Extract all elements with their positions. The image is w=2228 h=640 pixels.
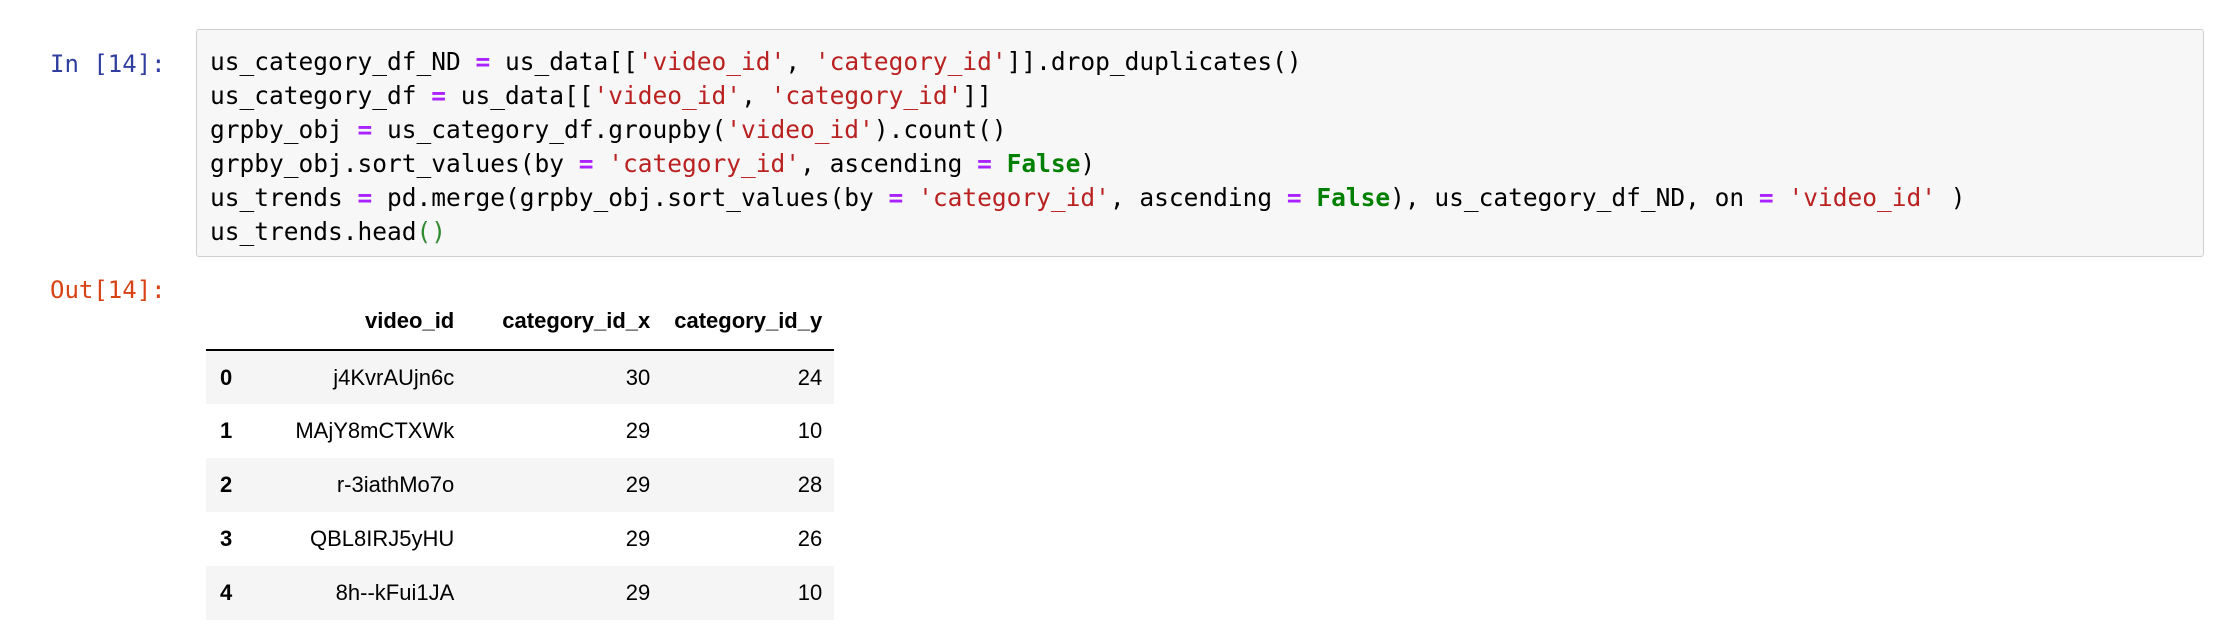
table-row: 1 MAjY8mCTXWk 29 10 (206, 404, 834, 458)
code-token: False (1316, 183, 1391, 212)
code-token: False (1006, 149, 1081, 178)
code-token: = (475, 47, 491, 76)
code-token: us_trends (210, 183, 358, 212)
cell-category-id-y: 10 (797, 418, 823, 443)
code-line: us_trends = pd.merge(grpby_obj.sort_valu… (210, 181, 1965, 215)
cell-category-id-x: 30 (625, 364, 651, 390)
cell-video-id: MAjY8mCTXWk (295, 418, 455, 443)
code-token: 'video_id' (726, 115, 874, 144)
code-token: ).count() (873, 115, 1007, 144)
code-token: , ascending (800, 149, 978, 178)
code-token: = (888, 183, 904, 212)
table-row: 0 j4KvrAUjn6c 30 24 (206, 350, 835, 404)
code-token: = (1758, 183, 1774, 212)
code-token: () (416, 217, 447, 246)
cell-video-id: QBL8IRJ5yHU (309, 526, 455, 551)
cell-category-id-x: 29 (625, 580, 651, 605)
input-prompt: In [14]: (50, 50, 166, 78)
table-row: 2 r-3iathMo7o 29 28 (206, 458, 835, 512)
row-index: 1 (220, 418, 233, 443)
column-header-category-id-x: category_id_x (466, 292, 663, 351)
cell-category-id-y: 24 (797, 364, 823, 390)
code-token: us_category_df_ND (210, 47, 476, 76)
cell-video-id: 8h--kFui1JA (335, 580, 455, 605)
cell-category-id-x: 29 (625, 526, 651, 551)
code-editor[interactable]: us_category_df_ND = us_data[['video_id',… (196, 29, 2204, 257)
row-index: 3 (220, 526, 233, 551)
cell-video-id: r-3iathMo7o (336, 472, 455, 497)
code-token: grpby_obj (210, 115, 358, 144)
code-token: ]].drop_duplicates() (1006, 47, 1302, 76)
cell-category-id-x: 29 (625, 418, 651, 443)
code-token: us_category_df.groupby( (372, 115, 727, 144)
cell-category-id-y: 10 (797, 580, 823, 605)
code-token: = (357, 183, 373, 212)
table-row: 4 8h--kFui1JA 29 10 (206, 566, 835, 620)
code-token: = (357, 115, 373, 144)
code-token: us_data[[ (490, 47, 638, 76)
code-line: us_category_df = us_data[['video_id', 'c… (210, 79, 1965, 113)
code-line: us_trends.head() (210, 215, 1965, 249)
code-token: us_category_df (210, 81, 432, 110)
column-header-video-id: video_id (256, 292, 467, 351)
output-prompt: Out[14]: (50, 276, 166, 304)
code-line: us_category_df_ND = us_data[['video_id',… (210, 45, 1965, 79)
table-header-row: video_id category_id_x category_id_y (206, 292, 835, 351)
table-row: 3 QBL8IRJ5yHU 29 26 (206, 512, 834, 566)
cell-category-id-y: 26 (797, 526, 823, 551)
code-token: = (578, 149, 594, 178)
code-token: 'video_id' (637, 47, 786, 76)
cell-category-id-x: 29 (625, 472, 651, 497)
code-token: grpby_obj.sort_values(by (210, 149, 579, 178)
row-index: 2 (220, 472, 233, 497)
code-token: ]] (962, 81, 992, 110)
code-token: us_trends.head (210, 217, 417, 246)
code-token: ), us_category_df_ND, on (1390, 183, 1759, 212)
code-token: pd.merge(grpby_obj.sort_values(by (372, 183, 889, 212)
code-token: = (1286, 183, 1302, 212)
code-token: 'video_id' (1788, 183, 1936, 212)
dataframe-table: video_id category_id_x category_id_y 0 j… (206, 292, 835, 620)
column-header-category-id-y: category_id_y (662, 292, 835, 351)
cell-video-id: j4KvrAUjn6c (333, 364, 455, 390)
code-token: = (431, 81, 447, 110)
cell-category-id-y: 28 (797, 472, 823, 497)
code-line: grpby_obj.sort_values(by = 'category_id'… (210, 147, 1965, 181)
code-line: grpby_obj = us_category_df.groupby('vide… (210, 113, 1965, 147)
output-area: video_id category_id_x category_id_y 0 j… (206, 292, 835, 620)
code-token: 'category_id' (918, 183, 1110, 212)
code-token: 'category_id' (608, 149, 801, 178)
code-token: us_data[[ (446, 81, 594, 110)
code-token: , (741, 81, 771, 110)
code-token: 'category_id' (814, 47, 1007, 76)
code-token: , ascending (1109, 183, 1287, 212)
code-token: , (785, 47, 815, 76)
index-header (206, 292, 257, 351)
code-token: = (977, 149, 992, 178)
code-token: 'video_id' (593, 81, 742, 110)
row-index: 0 (220, 364, 233, 390)
code-token: ) (1935, 183, 1966, 212)
code-token: 'category_id' (770, 81, 963, 110)
code-token: ) (1080, 149, 1096, 178)
row-index: 4 (220, 580, 233, 605)
code-text[interactable]: us_category_df_ND = us_data[['video_id',… (210, 45, 1965, 249)
